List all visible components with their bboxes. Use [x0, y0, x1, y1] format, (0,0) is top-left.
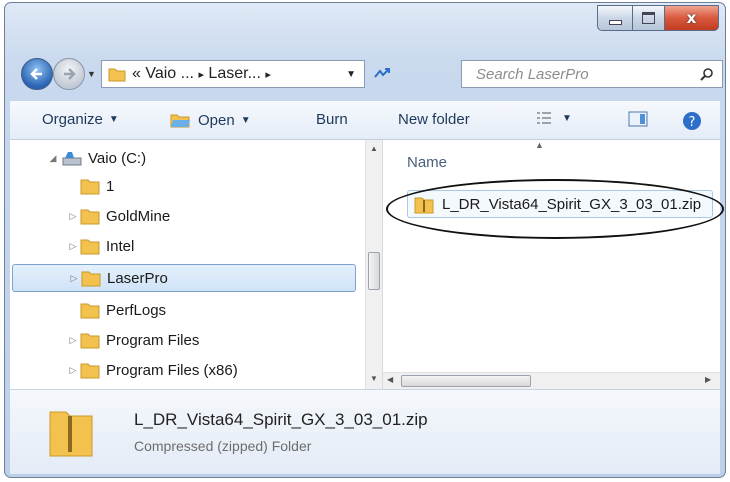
address-prefix[interactable]: «: [132, 65, 141, 83]
file-item-zip[interactable]: L_DR_Vista64_Spirit_GX_3_03_01.zip: [407, 190, 713, 218]
tree-item-program-files[interactable]: ▷ Program Files: [66, 326, 199, 354]
tree-item-label: Intel: [106, 237, 135, 255]
zip-folder-large-icon: [49, 411, 93, 457]
breadcrumb-laser[interactable]: Laser...: [208, 65, 260, 83]
folder-icon: [80, 239, 100, 255]
navigation-bar: ▼ « Vaio ... ▸ Laser... ▸ ▼ Search Laser…: [15, 55, 723, 91]
burn-button[interactable]: Burn: [316, 111, 348, 128]
scrollbar-thumb[interactable]: [401, 375, 531, 387]
navigation-pane[interactable]: ◢ Vaio (C:) 1 ▷ GoldMine ▷ Intel ▷ Laser…: [10, 140, 383, 389]
details-file-type: Compressed (zipped) Folder: [134, 438, 312, 454]
scroll-left-icon[interactable]: ◀: [387, 375, 393, 384]
search-icon: [700, 68, 713, 81]
tree-item-perflogs[interactable]: PerfLogs: [66, 296, 166, 324]
scroll-up-icon[interactable]: ▲: [370, 144, 378, 153]
expand-arrow-icon[interactable]: ▷: [66, 335, 80, 346]
organize-label: Organize: [42, 111, 103, 128]
preview-pane-button[interactable]: [628, 111, 648, 127]
forward-arrow-icon: [64, 68, 76, 80]
burn-label: Burn: [316, 111, 348, 128]
folder-icon: [80, 303, 100, 319]
organize-button[interactable]: Organize ▼: [42, 111, 119, 128]
address-bar[interactable]: « Vaio ... ▸ Laser... ▸ ▼: [101, 60, 365, 88]
minimize-icon: [608, 19, 622, 25]
chevron-down-icon: ▼: [240, 114, 251, 126]
back-arrow-icon: [30, 68, 42, 80]
open-folder-icon: [170, 114, 190, 128]
close-button[interactable]: x: [665, 5, 719, 31]
refresh-button[interactable]: [367, 60, 397, 88]
tree-vertical-scrollbar[interactable]: ▲ ▼: [365, 140, 382, 389]
tree-item-intel[interactable]: ▷ Intel: [66, 232, 134, 260]
search-placeholder: Search LaserPro: [476, 65, 589, 83]
folder-icon: [80, 209, 100, 225]
scrollbar-thumb[interactable]: [368, 252, 380, 290]
tree-item-label: 1: [106, 177, 115, 195]
tree-item-laserpro[interactable]: ▷ LaserPro: [12, 264, 356, 292]
expand-arrow-icon[interactable]: ▷: [66, 365, 80, 376]
breadcrumb-separator[interactable]: ▸: [265, 68, 271, 81]
help-icon: ?: [683, 112, 701, 130]
caption-buttons: x: [597, 5, 719, 31]
tree-item-label: LaserPro: [107, 269, 168, 287]
folder-icon: [108, 68, 126, 82]
details-file-name: L_DR_Vista64_Spirit_GX_3_03_01.zip: [134, 410, 428, 429]
open-label: Open: [198, 111, 235, 129]
zip-folder-icon: [414, 197, 434, 214]
expand-arrow-icon[interactable]: ◢: [46, 153, 60, 164]
tree-item-goldmine[interactable]: ▷ GoldMine: [66, 202, 170, 230]
explorer-window: x ▼ « Vaio ... ▸ Laser... ▸ ▼ Search Las…: [4, 2, 726, 478]
expand-arrow-icon[interactable]: ▷: [66, 211, 80, 222]
maximize-icon: [642, 12, 655, 24]
views-button[interactable]: ▼: [536, 111, 572, 125]
tree-item-label: Vaio (C:): [88, 149, 147, 167]
preview-pane-icon: [628, 111, 648, 127]
tree-item-1[interactable]: 1: [66, 172, 114, 200]
back-button[interactable]: [21, 58, 53, 90]
folder-icon: [80, 363, 100, 379]
list-view-icon: [537, 112, 551, 124]
folder-icon: [80, 179, 100, 195]
command-bar: Organize ▼ Open ▼ Burn New folder ▼ ?: [10, 100, 720, 140]
expand-arrow-icon[interactable]: ▷: [66, 241, 80, 252]
details-pane: L_DR_Vista64_Spirit_GX_3_03_01.zip Compr…: [10, 389, 720, 474]
new-folder-button[interactable]: New folder: [398, 111, 470, 128]
forward-button[interactable]: [53, 58, 85, 90]
tree-item-label: Program Files (x86): [106, 361, 238, 379]
expand-arrow-icon[interactable]: ▷: [67, 273, 81, 284]
folder-icon: [81, 271, 101, 287]
close-icon: x: [686, 9, 697, 27]
search-box[interactable]: Search LaserPro: [461, 60, 723, 88]
help-button[interactable]: ?: [682, 111, 702, 131]
svg-text:?: ?: [689, 115, 696, 130]
new-folder-label: New folder: [398, 111, 470, 128]
column-header-name[interactable]: Name: [407, 154, 447, 171]
tree-item-program-files-x86[interactable]: ▷ Program Files (x86): [66, 356, 238, 384]
refresh-icon: [374, 68, 390, 78]
drive-icon: [62, 152, 82, 166]
chevron-down-icon: ▼: [108, 114, 119, 125]
scroll-right-icon[interactable]: ▶: [705, 375, 711, 384]
maximize-button[interactable]: [633, 5, 665, 31]
minimize-button[interactable]: [597, 5, 633, 31]
scroll-down-icon[interactable]: ▼: [370, 374, 378, 383]
list-horizontal-scrollbar[interactable]: ◀ ▶: [383, 372, 720, 389]
breadcrumb-separator[interactable]: ▸: [198, 68, 204, 81]
address-dropdown-icon[interactable]: ▼: [346, 69, 356, 80]
sort-ascending-icon: ▲: [535, 140, 544, 150]
open-button[interactable]: Open ▼: [170, 111, 251, 129]
recent-pages-dropdown[interactable]: ▼: [87, 69, 96, 79]
folder-icon: [80, 333, 100, 349]
tree-item-label: Program Files: [106, 331, 200, 349]
tree-item-label: PerfLogs: [106, 301, 167, 319]
tree-item-label: GoldMine: [106, 207, 171, 225]
breadcrumb-vaio[interactable]: Vaio ...: [145, 65, 194, 83]
file-list[interactable]: ▲ Name L_DR_Vista64_Spirit_GX_3_03_01.zi…: [383, 140, 720, 389]
tree-item-vaio[interactable]: ◢ Vaio (C:): [46, 144, 147, 172]
chevron-down-icon: ▼: [562, 112, 572, 124]
file-name: L_DR_Vista64_Spirit_GX_3_03_01.zip: [442, 195, 702, 213]
